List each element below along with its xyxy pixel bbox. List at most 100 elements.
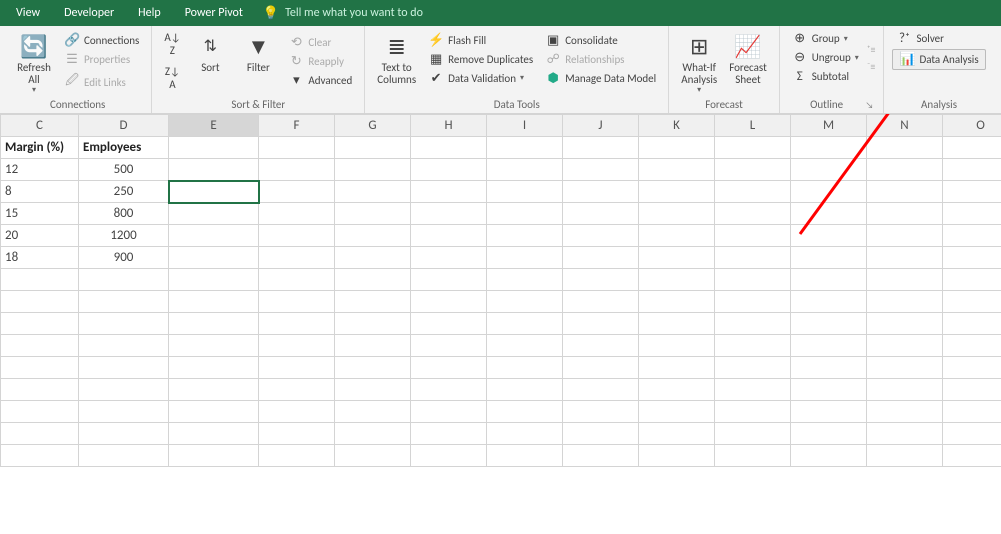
cell[interactable] [259,247,335,269]
filter-button[interactable]: ▼ Filter [236,30,280,92]
cell[interactable] [715,247,791,269]
cell[interactable] [791,335,867,357]
cell[interactable] [259,445,335,467]
cell[interactable] [791,379,867,401]
cell[interactable] [563,269,639,291]
cell[interactable] [1,269,79,291]
what-if-button[interactable]: ⊞ What-If Analysis ▾ [677,30,721,97]
cell[interactable]: Margin (%) [1,137,79,159]
cell[interactable] [791,181,867,203]
cell[interactable]: 900 [79,247,169,269]
cell[interactable] [867,423,943,445]
table-row[interactable] [1,335,1001,357]
cell[interactable] [259,357,335,379]
cell[interactable]: Employees [79,137,169,159]
cell[interactable] [487,357,563,379]
cell[interactable] [411,159,487,181]
cell[interactable] [867,313,943,335]
cell[interactable] [943,291,1001,313]
cell[interactable] [411,357,487,379]
cell[interactable] [411,445,487,467]
remove-duplicates-button[interactable]: ▦ Remove Duplicates [424,51,537,68]
cell[interactable] [259,423,335,445]
cell[interactable] [943,203,1001,225]
cell[interactable] [867,225,943,247]
cell[interactable] [867,291,943,313]
cell[interactable] [639,335,715,357]
sort-button[interactable]: ⇅ Sort [188,30,232,92]
cell[interactable] [715,357,791,379]
sort-asc-button[interactable]: A↓Z [160,30,184,58]
cell[interactable] [411,247,487,269]
cell[interactable] [169,335,259,357]
cell[interactable] [791,401,867,423]
solver-button[interactable]: ?⁺ Solver [892,30,985,47]
outline-show-icon[interactable]: ⁺≡ [867,43,876,56]
cell[interactable] [79,291,169,313]
flash-fill-button[interactable]: ⚡ Flash Fill [424,32,537,49]
cell[interactable] [943,445,1001,467]
cell[interactable] [715,269,791,291]
cell[interactable] [639,357,715,379]
cell[interactable] [791,159,867,181]
cell[interactable] [563,401,639,423]
cell[interactable] [411,423,487,445]
cell[interactable] [335,203,411,225]
active-cell[interactable] [169,181,259,203]
cell[interactable] [563,357,639,379]
cell[interactable] [943,401,1001,423]
cell[interactable] [639,159,715,181]
cell[interactable] [259,291,335,313]
cell[interactable] [169,269,259,291]
cell[interactable] [563,423,639,445]
table-row[interactable] [1,313,1001,335]
cell[interactable] [791,423,867,445]
cell[interactable] [411,225,487,247]
cell[interactable] [411,313,487,335]
cell[interactable] [715,313,791,335]
cell[interactable] [259,379,335,401]
table-row[interactable] [1,445,1001,467]
cell[interactable] [563,445,639,467]
cell[interactable] [867,137,943,159]
cell[interactable] [563,379,639,401]
cell[interactable] [487,269,563,291]
column-headers[interactable]: C D E F G H I J K L M N O [1,115,1001,137]
cell[interactable] [791,269,867,291]
relationships-button[interactable]: ☍ Relationships [541,51,660,68]
cell[interactable] [487,181,563,203]
cell[interactable] [715,423,791,445]
advanced-button[interactable]: ▾ Advanced [284,72,356,89]
menu-help[interactable]: Help [128,3,171,23]
cell[interactable] [563,181,639,203]
cell[interactable] [715,137,791,159]
cell[interactable] [715,401,791,423]
cell[interactable] [1,379,79,401]
col-header[interactable]: O [943,115,1001,137]
cell[interactable] [867,357,943,379]
cell[interactable]: 12 [1,159,79,181]
col-header[interactable]: I [487,115,563,137]
cell[interactable] [487,423,563,445]
cell[interactable] [411,401,487,423]
cell[interactable] [867,181,943,203]
cell[interactable] [563,247,639,269]
menu-powerpivot[interactable]: Power Pivot [175,3,253,23]
cell[interactable] [791,313,867,335]
text-to-columns-button[interactable]: ≣ Text to Columns [373,30,420,88]
cell[interactable] [335,225,411,247]
cell[interactable] [715,225,791,247]
group-rows-button[interactable]: ⊕ Group ▾ [788,30,863,47]
cell[interactable] [487,401,563,423]
cell[interactable] [791,445,867,467]
cell[interactable] [791,203,867,225]
cell[interactable] [335,423,411,445]
col-header[interactable]: K [639,115,715,137]
cell[interactable] [639,313,715,335]
edit-links-button[interactable]: 🖉 Edit Links [60,70,143,94]
table-row[interactable] [1,423,1001,445]
cell[interactable] [259,335,335,357]
cell[interactable] [169,313,259,335]
table-row[interactable]: 20 1200 [1,225,1001,247]
table-row[interactable] [1,401,1001,423]
